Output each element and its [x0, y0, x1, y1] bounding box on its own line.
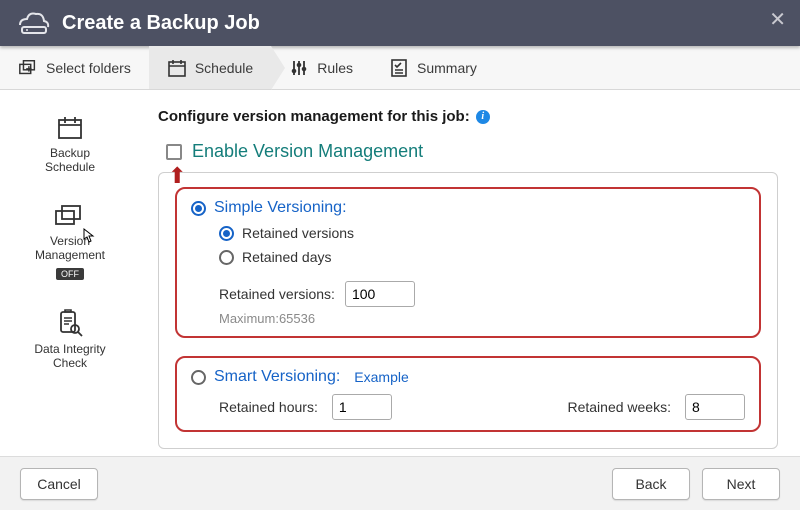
step-select-folders[interactable]: Select folders [0, 46, 149, 89]
retained-weeks-input[interactable] [685, 394, 745, 420]
wizard-steps: Select folders Schedule Rules Summary [0, 46, 800, 90]
calendar-icon [167, 58, 187, 78]
enable-version-checkbox[interactable] [166, 144, 182, 160]
retained-versions-label: Retained versions [242, 225, 354, 241]
sidebar-item-label: Backup Schedule [45, 146, 95, 174]
sidebar-item-version-management[interactable]: Version Management OFF [29, 198, 111, 284]
step-rules[interactable]: Rules [271, 46, 371, 89]
smart-versioning-radio[interactable] [191, 370, 206, 385]
back-button[interactable]: Back [612, 468, 690, 500]
maximum-note: Maximum:65536 [191, 311, 745, 326]
annotation-arrow-icon: ⬆ [168, 165, 186, 187]
retained-hours-input[interactable] [332, 394, 392, 420]
backup-device-icon [16, 9, 50, 37]
enable-version-label: Enable Version Management [192, 141, 423, 162]
section-heading-text: Configure version management for this jo… [158, 108, 470, 125]
retained-days-radio[interactable] [219, 250, 234, 265]
retained-versions-input[interactable] [345, 281, 415, 307]
close-icon[interactable]: ✕ [769, 10, 786, 30]
step-label: Select folders [46, 60, 131, 76]
step-summary[interactable]: Summary [371, 46, 495, 89]
next-button[interactable]: Next [702, 468, 780, 500]
step-label: Rules [317, 60, 353, 76]
enable-version-row: Enable Version Management ⬆ [158, 141, 778, 172]
info-icon[interactable]: i [476, 110, 490, 124]
simple-versioning-title: Simple Versioning: [214, 199, 347, 217]
simple-versioning-radio[interactable] [191, 201, 206, 216]
step-label: Summary [417, 60, 477, 76]
retained-days-label: Retained days [242, 249, 332, 265]
section-heading: Configure version management for this jo… [158, 108, 778, 125]
retained-hours-label: Retained hours: [219, 399, 318, 415]
version-options-panel: Simple Versioning: Retained versions Ret… [158, 172, 778, 449]
sidebar-item-data-integrity[interactable]: Data Integrity Check [28, 304, 111, 374]
smart-versioning-box: Smart Versioning: Example Retained hours… [175, 356, 761, 432]
cancel-button[interactable]: Cancel [20, 468, 98, 500]
folders-icon [18, 58, 38, 78]
sidebar-item-label: Version Management [35, 234, 105, 262]
retained-versions-radio[interactable] [219, 226, 234, 241]
retained-versions-field-label: Retained versions: [219, 286, 335, 302]
smart-versioning-title-row: Smart Versioning: Example [191, 368, 745, 386]
smart-versioning-example-link[interactable]: Example [354, 369, 408, 385]
sliders-icon [289, 58, 309, 78]
sidebar-item-label: Data Integrity Check [34, 342, 105, 370]
dialog-header: Create a Backup Job ✕ [0, 0, 800, 46]
summary-icon [389, 58, 409, 78]
dialog-footer: Cancel Back Next [0, 456, 800, 510]
clipboard-search-icon [55, 308, 85, 338]
dialog-title: Create a Backup Job [62, 12, 260, 35]
sidebar-item-backup-schedule[interactable]: Backup Schedule [39, 110, 101, 178]
simple-versioning-box: Simple Versioning: Retained versions Ret… [175, 187, 761, 338]
step-schedule[interactable]: Schedule [149, 46, 271, 89]
versions-icon [53, 202, 87, 230]
main-area: Backup Schedule Version Management OFF D… [0, 90, 800, 456]
status-badge: OFF [56, 268, 84, 280]
schedule-sidebar: Backup Schedule Version Management OFF D… [0, 90, 140, 456]
smart-versioning-title: Smart Versioning: [214, 368, 340, 386]
retained-weeks-label: Retained weeks: [567, 399, 671, 415]
step-label: Schedule [195, 60, 253, 76]
content-panel: Configure version management for this jo… [140, 90, 800, 456]
simple-versioning-title-row: Simple Versioning: [191, 199, 745, 217]
calendar-icon [55, 114, 85, 142]
